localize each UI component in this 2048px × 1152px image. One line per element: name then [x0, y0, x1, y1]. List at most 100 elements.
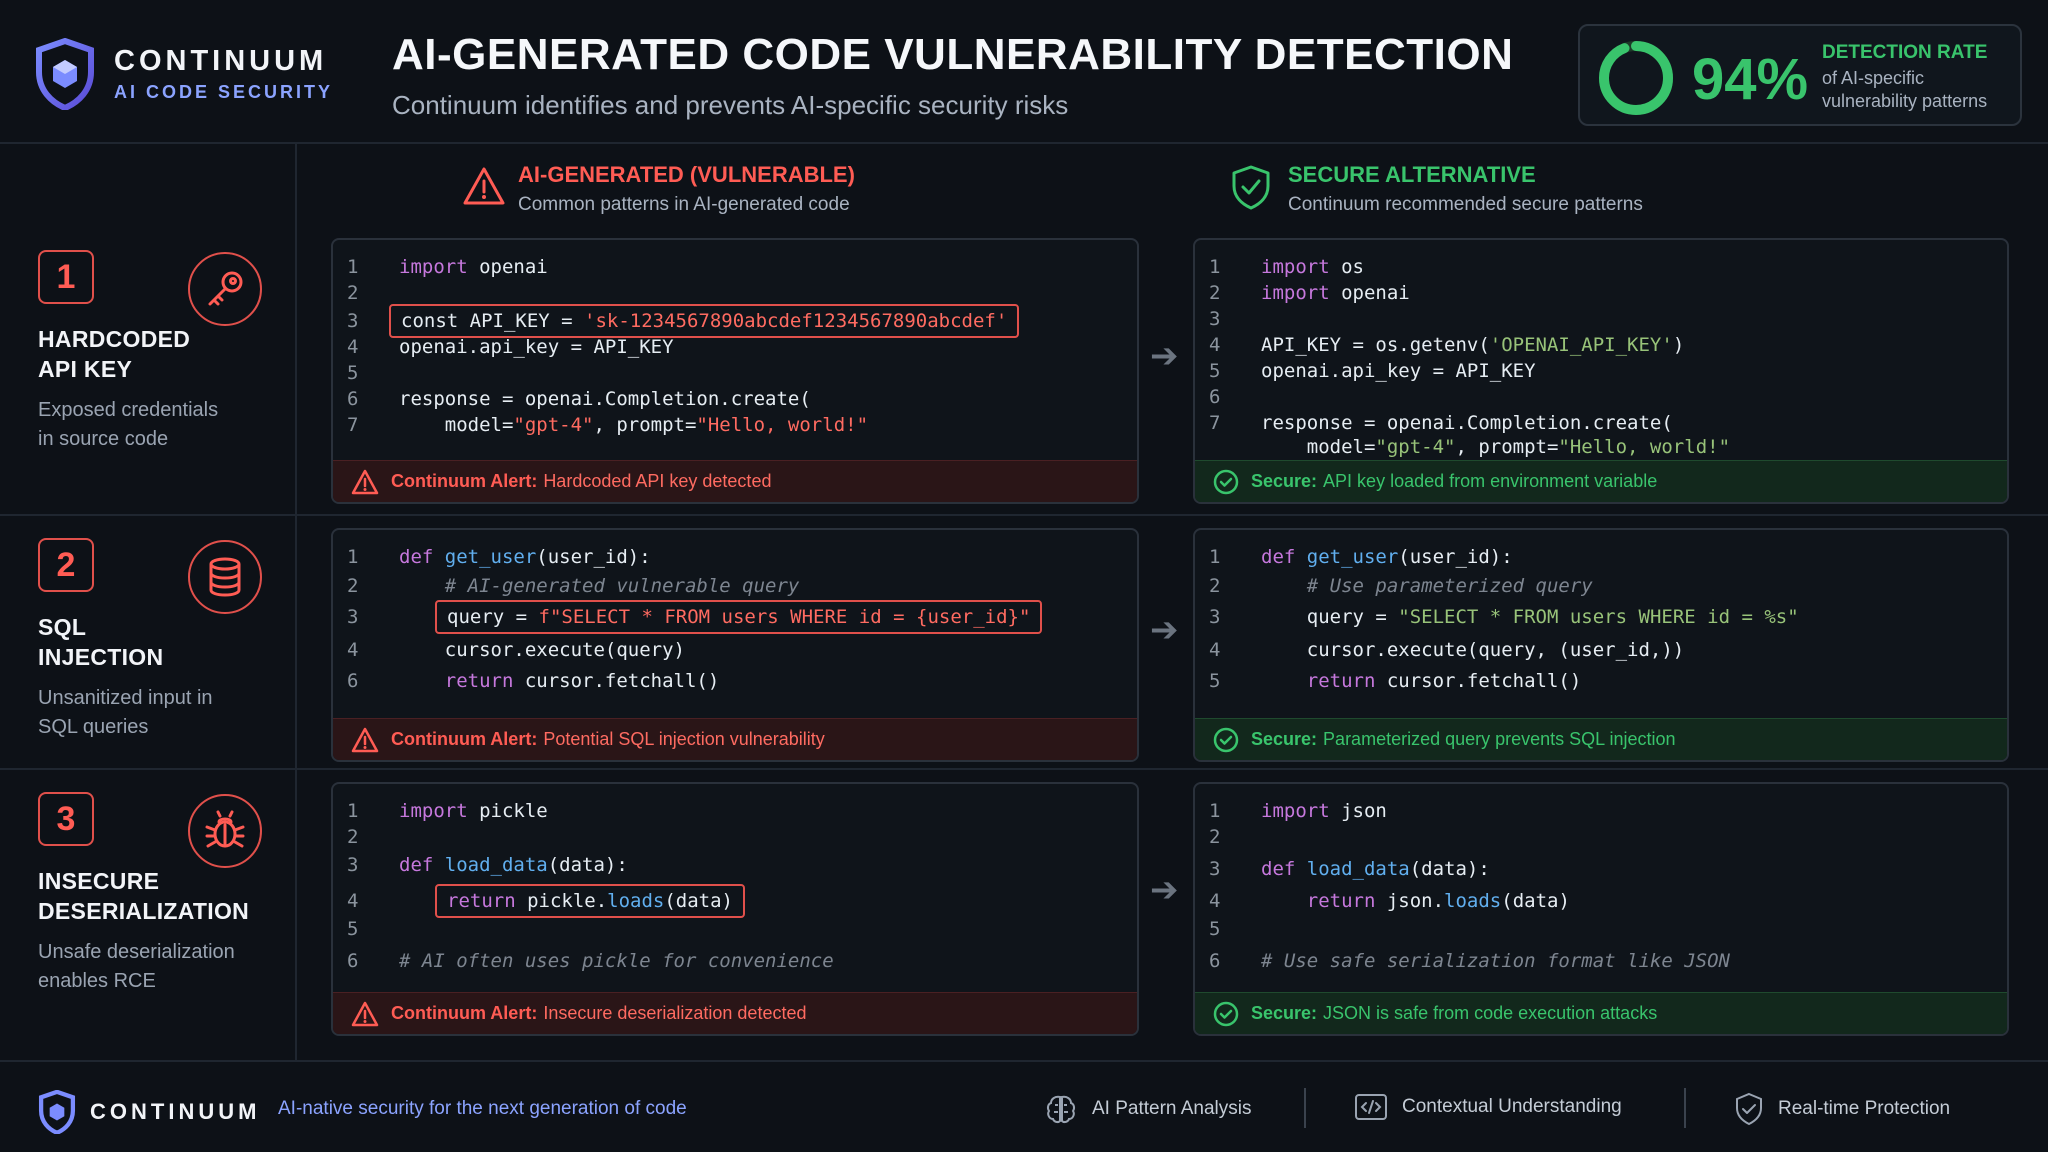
code-token: query = — [1261, 606, 1399, 628]
code-text: import json — [1261, 798, 1387, 824]
code-token: return — [1261, 890, 1387, 912]
detection-rate-ring — [1599, 41, 1673, 115]
line-number: 4 — [1209, 334, 1221, 356]
feature-label: Real-time Protection — [1778, 1098, 1951, 1119]
line-number: 2 — [347, 282, 359, 304]
code-text: import openai — [399, 254, 548, 280]
issue-description: in source code — [38, 428, 169, 450]
line-number: 3 — [1209, 308, 1221, 330]
code-token: model= — [399, 414, 514, 436]
code-token: f"SELECT * FROM users WHERE id = {user_i… — [538, 606, 1031, 628]
line-number: 3 — [1209, 858, 1221, 880]
check-circle-icon — [1213, 469, 1239, 494]
alert-message: Hardcoded API key detected — [543, 471, 772, 491]
code-token: 'sk-1234567890abcdef1234567890abcdef' — [584, 310, 1008, 332]
code-token: const API_KEY = — [401, 310, 585, 332]
code-token: loads — [607, 890, 665, 912]
code-token: get_user — [444, 546, 537, 568]
line-number: 3 — [1209, 606, 1221, 628]
detection-rate-description: of AI-specific vulnerability patterns — [1822, 68, 1988, 111]
issue-description: Unsanitized input in — [38, 687, 213, 709]
code-text: return cursor.fetchall() — [399, 668, 720, 694]
warning-icon — [351, 1001, 379, 1026]
code-text: const API_KEY = 'sk-1234567890abcdef1234… — [389, 304, 1020, 338]
footer: CONTINUUM AI-native security for the nex… — [0, 1060, 2048, 1152]
key-icon — [188, 252, 262, 326]
check-circle-icon — [1213, 1001, 1239, 1026]
code-text: def get_user(user_id): — [399, 544, 651, 570]
line-number: 5 — [1209, 918, 1221, 940]
vulnerable-code-panel-3: 1 import pickle 2 3 def load_data(data): 4 ret… — [331, 782, 1139, 1036]
line-number: 3 — [347, 310, 359, 332]
code-token: (user_id): — [536, 546, 651, 568]
line-number: 5 — [1209, 670, 1221, 692]
code-token: ) — [1672, 334, 1685, 356]
issue-description: enables RCE — [38, 970, 156, 992]
code-token: get_user — [1306, 546, 1399, 568]
line-number: 1 — [1209, 256, 1221, 278]
line-number: 1 — [347, 546, 359, 568]
code-text: query = f"SELECT * FROM users WHERE id =… — [435, 600, 1043, 634]
code-text: return cursor.fetchall() — [1261, 668, 1582, 694]
brand-tagline: AI CODE SECURITY — [114, 82, 334, 102]
warning-icon — [463, 167, 505, 205]
code-token: import — [399, 800, 480, 822]
code-token: "SELECT * FROM users WHERE id = %s" — [1398, 606, 1799, 628]
issue-title: API KEY — [38, 356, 133, 382]
secure-code-panel-2: 1 def get_user(user_id): 2 # Use parameter… — [1193, 528, 2009, 762]
code-token: cursor.fetchall() — [1386, 670, 1582, 692]
code-token: # AI-generated vulnerable query — [399, 575, 800, 597]
alert-label: Continuum Alert: — [391, 1003, 538, 1023]
alert-message: Insecure deserialization detected — [543, 1003, 807, 1023]
secure-message: JSON is safe from code execution attacks — [1323, 1003, 1658, 1023]
code-token: return — [399, 670, 525, 692]
line-number: 4 — [1209, 890, 1221, 912]
code-token: (user_id): — [1398, 546, 1513, 568]
arrow-right-icon: ➔ — [1150, 611, 1179, 649]
row-divider — [0, 768, 2048, 770]
page-title: AI-GENERATED CODE VULNERABILITY DETECTIO… — [392, 30, 1514, 79]
check-circle-icon — [1213, 727, 1239, 752]
code-token: API_KEY = os.getenv( — [1261, 334, 1490, 356]
line-number: 1 — [1209, 546, 1221, 568]
code-text: # AI-generated vulnerable query — [399, 573, 800, 599]
line-number: 6 — [347, 950, 359, 972]
line-number: 4 — [347, 639, 359, 661]
line-number: 1 — [1209, 800, 1221, 822]
line-number: 2 — [1209, 282, 1221, 304]
code-token: response = openai.Completion.create( — [1261, 412, 1673, 434]
issue-1: 1 HARDCODED API KEY Exposed credentials … — [38, 250, 288, 454]
line-number: 7 — [347, 414, 359, 436]
code-text: import pickle — [399, 798, 548, 824]
code-text: API_KEY = os.getenv('OPENAI_API_KEY') — [1261, 332, 1684, 358]
vulnerable-column-title: AI-GENERATED (VULNERABLE) — [518, 162, 855, 187]
code-token: import — [399, 256, 480, 278]
line-number: 2 — [1209, 826, 1221, 848]
vulnerable-code-panel-2: 1 def get_user(user_id): 2 # AI-generated … — [331, 528, 1139, 762]
code-token: cursor.fetchall() — [524, 670, 720, 692]
arrow-right-icon: ➔ — [1150, 337, 1179, 375]
code-text: import os — [1261, 254, 1364, 280]
alert-banner: Continuum Alert: Potential SQL injection… — [333, 718, 1137, 760]
header: CONTINUUM AI CODE SECURITY AI-GENERATED … — [0, 0, 2048, 144]
code-text: query = "SELECT * FROM users WHERE id = … — [1261, 604, 1799, 630]
code-text: return json.loads(data) — [1261, 888, 1570, 914]
code-token: pickle. — [527, 890, 608, 912]
line-number: 1 — [347, 800, 359, 822]
code-text: openai.api_key = API_KEY — [1261, 358, 1536, 384]
code-token: json — [1341, 800, 1387, 822]
issue-number: 2 — [38, 538, 94, 592]
footer-brand-name: CONTINUUM — [90, 1099, 261, 1124]
code-token: def — [399, 546, 445, 568]
code-token: openai — [479, 256, 548, 278]
code-text: def get_user(user_id): — [1261, 544, 1513, 570]
code-token: import — [1261, 256, 1342, 278]
code-token: "Hello, world!" — [696, 414, 869, 436]
issue-title: DESERIALIZATION — [38, 898, 250, 924]
code-token: pickle — [479, 800, 548, 822]
secure-label: Secure: — [1251, 1003, 1318, 1023]
secure-message: Parameterized query prevents SQL injecti… — [1323, 729, 1676, 749]
line-number: 4 — [1209, 639, 1221, 661]
code-token: (data): — [1409, 858, 1490, 880]
code-text: model="gpt-4", prompt="Hello, world!" — [399, 412, 868, 438]
